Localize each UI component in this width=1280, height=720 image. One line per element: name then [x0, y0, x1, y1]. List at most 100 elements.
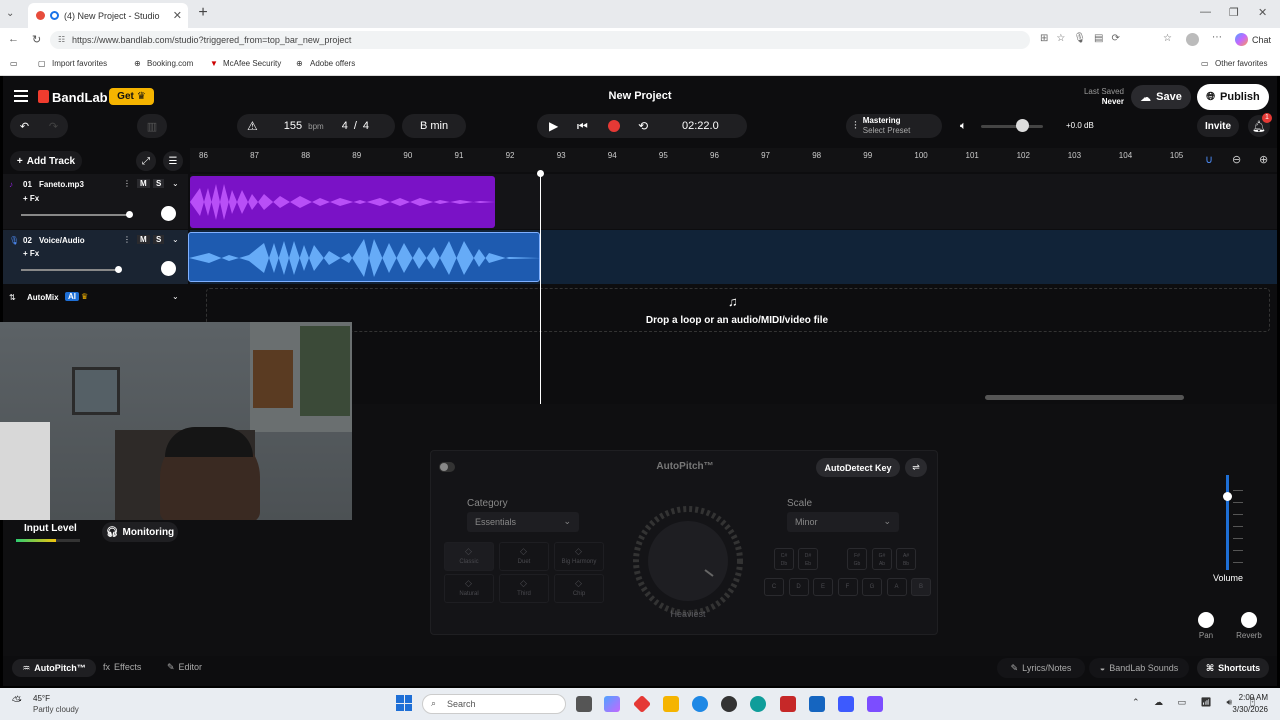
bandlab-sounds-button[interactable]: ◒ BandLab Sounds: [1089, 658, 1189, 678]
other-favorites[interactable]: Other favorites: [1215, 59, 1267, 68]
metronome-icon[interactable]: ⚠︎: [247, 119, 258, 133]
chat-label[interactable]: Chat: [1252, 35, 1271, 45]
file-explorer-icon[interactable]: [663, 696, 679, 712]
track-menu-icon[interactable]: ⋮: [123, 235, 131, 244]
solo-button[interactable]: S: [153, 179, 165, 188]
track-name[interactable]: Faneto.mp3: [39, 180, 84, 189]
track-volume-thumb[interactable]: [115, 266, 122, 273]
mute-button[interactable]: M: [137, 179, 150, 188]
get-membership-button[interactable]: Get ♛: [109, 88, 154, 105]
autodetect-key-button[interactable]: AutoDetect Key: [816, 458, 900, 477]
reverb-knob[interactable]: [1241, 612, 1257, 628]
natural-key-button[interactable]: F: [837, 578, 858, 596]
natural-key-button[interactable]: G: [862, 578, 882, 596]
zoom-out-icon[interactable]: ⊖: [1232, 153, 1241, 166]
drop-zone[interactable]: ♫ Drop a loop or an audio/MIDI/video fil…: [206, 288, 1270, 332]
new-tab-button[interactable]: +: [194, 5, 212, 23]
sharp-key-button[interactable]: A# Bb: [896, 548, 916, 570]
tab-autopitch[interactable]: ♒︎ AutoPitch™: [12, 659, 96, 677]
pan-knob[interactable]: [1198, 612, 1214, 628]
minimize-icon[interactable]: —: [1200, 6, 1211, 18]
weather-icon[interactable]: ⛅︎: [12, 694, 22, 709]
scale-select[interactable]: Minor ⌄: [787, 512, 899, 532]
preset-tile[interactable]: ◇ Third: [499, 574, 549, 603]
taskbar-search[interactable]: ⌕ Search: [422, 694, 566, 714]
invite-button[interactable]: Invite: [1197, 115, 1239, 137]
snap-icon[interactable]: ∪: [1205, 153, 1213, 166]
play-icon[interactable]: ▶: [549, 119, 558, 133]
track-volume-slider[interactable]: [21, 214, 129, 216]
track-volume-thumb[interactable]: [126, 211, 133, 218]
tab-editor[interactable]: ✎ Editor: [167, 662, 202, 673]
refresh-icon[interactable]: ↻: [32, 33, 41, 46]
bookmark-booking[interactable]: Booking.com: [147, 59, 193, 68]
record-button[interactable]: [608, 120, 620, 132]
loop-icon[interactable]: ⟲: [638, 119, 648, 133]
fx-tool-icon[interactable]: ⤢: [136, 151, 156, 171]
add-track-button[interactable]: + Add Track: [10, 151, 82, 171]
back-icon[interactable]: ←: [8, 33, 19, 45]
playhead[interactable]: [540, 172, 541, 404]
preset-tile[interactable]: ◇ Big Harmony: [554, 542, 604, 571]
master-volume-slider[interactable]: [981, 125, 1043, 128]
autopitch-toggle[interactable]: [439, 462, 455, 472]
weather-temp[interactable]: 45°F: [33, 694, 50, 703]
restore-icon[interactable]: ❐: [1229, 6, 1239, 19]
audio-clip-voice[interactable]: [188, 232, 540, 282]
browser-tab[interactable]: (4) New Project - Studio ✕: [28, 3, 188, 28]
sharp-key-button[interactable]: G# Ab: [872, 548, 892, 570]
expand-track-icon[interactable]: ⌄: [172, 179, 179, 188]
address-actions-icon[interactable]: ⊞☆🎙▤⟳: [1040, 33, 1128, 44]
url-input[interactable]: https://www.bandlab.com/studio?triggered…: [50, 31, 1030, 49]
sharp-key-button[interactable]: C# Db: [774, 548, 794, 570]
pan-knob[interactable]: [161, 261, 176, 276]
close-window-icon[interactable]: ✕: [1258, 6, 1267, 19]
expand-automix-icon[interactable]: ⌄: [172, 292, 179, 301]
bookmark-import[interactable]: Import favorites: [52, 59, 107, 68]
track-header-2[interactable]: 🎙︎ 02 Voice/Audio ⋮ M S ⌄ + Fx: [3, 230, 188, 284]
profile-avatar[interactable]: [1186, 33, 1199, 46]
automation-icon[interactable]: ☰: [163, 151, 183, 171]
natural-key-button[interactable]: E: [813, 578, 833, 596]
category-select[interactable]: Essentials ⌄: [467, 512, 579, 532]
store-icon[interactable]: [838, 696, 854, 712]
bookmark-adobe[interactable]: Adobe offers: [310, 59, 355, 68]
volume-thumb[interactable]: [1223, 492, 1232, 501]
more-icon[interactable]: ⋯: [1212, 32, 1222, 43]
volume-slider[interactable]: [1226, 475, 1229, 570]
track-header-1[interactable]: ♪ 01 Faneto.mp3 ⋮ M S ⌄ + Fx: [3, 174, 188, 229]
bookmarks-menu-icon[interactable]: ▭: [10, 59, 18, 68]
natural-key-button[interactable]: D: [788, 578, 809, 596]
automix-row[interactable]: ⇅ AutoMix AI ♛ ⌄: [3, 287, 188, 309]
track-name[interactable]: Voice/Audio: [39, 236, 85, 245]
autopitch-knob[interactable]: [633, 506, 743, 616]
natural-key-button[interactable]: C: [764, 578, 784, 596]
horizontal-scrollbar[interactable]: [985, 395, 1184, 400]
shortcuts-button[interactable]: ⌘ Shortcuts: [1197, 658, 1269, 678]
pan-knob[interactable]: [161, 206, 176, 221]
save-button[interactable]: ☁ Save: [1131, 85, 1191, 109]
track-volume-slider[interactable]: [21, 269, 119, 271]
close-tab-icon[interactable]: ✕: [173, 9, 182, 22]
time-sig-den[interactable]: 4: [363, 120, 369, 132]
clock-time[interactable]: 2:00 AM: [1228, 693, 1268, 702]
track-menu-icon[interactable]: ⋮: [123, 179, 131, 188]
weather-desc[interactable]: Partly cloudy: [33, 705, 79, 714]
expand-track-icon[interactable]: ⌄: [172, 235, 179, 244]
app-icon[interactable]: [692, 696, 708, 712]
audio-clip-faneto[interactable]: [190, 176, 495, 228]
natural-key-button[interactable]: A: [886, 578, 907, 596]
edge-icon[interactable]: [750, 696, 766, 712]
preset-tile[interactable]: ◇ Natural: [444, 574, 494, 603]
menu-icon[interactable]: [14, 90, 28, 102]
zoom-in-icon[interactable]: ⊕: [1259, 153, 1268, 166]
tab-effects[interactable]: fx Effects: [103, 662, 141, 672]
copilot-taskbar-icon[interactable]: [604, 696, 620, 712]
lyrics-notes-button[interactable]: ✎ Lyrics/Notes: [997, 658, 1085, 678]
favorites-icon[interactable]: ☆: [1163, 33, 1172, 44]
time-sig-num[interactable]: 4: [342, 120, 348, 132]
preset-tile[interactable]: ◇ Chip: [554, 574, 604, 603]
sharp-key-button[interactable]: F# Gb: [847, 548, 867, 570]
bookmark-mcafee[interactable]: McAfee Security: [223, 59, 281, 68]
app-icon[interactable]: [721, 696, 737, 712]
